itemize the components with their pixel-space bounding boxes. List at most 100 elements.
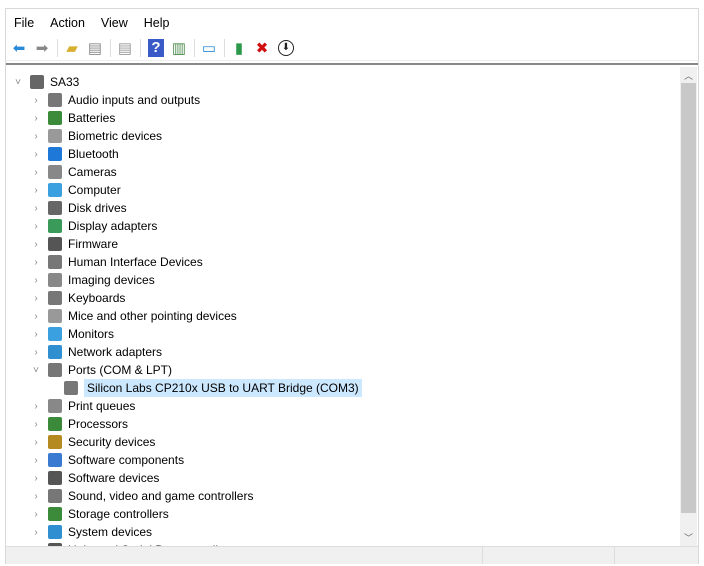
chevron-right-icon[interactable]: › [30,329,42,340]
menu-bar: File Action View Help [6,13,178,35]
chevron-right-icon[interactable]: › [30,401,42,412]
chevron-right-icon[interactable]: › [30,293,42,304]
menu-help[interactable]: Help [136,13,178,35]
toolbar-separator [140,38,141,57]
system-icon [48,525,62,539]
tree-category[interactable]: ˅ Ports (COM & LPT) [30,361,172,379]
tree-item-label: Cameras [68,165,117,179]
tree-item-label: Storage controllers [68,507,169,521]
chevron-right-icon[interactable]: › [30,149,42,160]
storage-icon [48,507,62,521]
tree-category[interactable]: › Audio inputs and outputs [30,91,200,109]
update-driver-icon[interactable]: ▮ [228,37,250,59]
status-bar [6,546,698,564]
chevron-down-icon[interactable]: ˅ [12,77,24,88]
tree-category[interactable]: › Imaging devices [30,271,155,289]
scroll-down-icon[interactable]: ﹀ [680,531,697,545]
chevron-right-icon[interactable]: › [30,491,42,502]
chevron-right-icon[interactable]: › [30,221,42,232]
tree-category[interactable]: › Keyboards [30,289,125,307]
battery-icon [48,111,62,125]
menu-file[interactable]: File [6,13,42,35]
tree-item-label: Display adapters [68,219,158,233]
tree-item-label: Computer [68,183,121,197]
tree-category[interactable]: › Computer [30,181,121,199]
chevron-right-icon[interactable]: › [30,473,42,484]
tree-item-label: Human Interface Devices [68,255,203,269]
chevron-right-icon[interactable]: › [30,419,42,430]
display-adapter-icon [48,219,62,233]
chevron-right-icon[interactable]: › [30,95,42,106]
device-tree: ˅ SA33 › Audio inputs and outputs › Batteri… [6,65,680,546]
tree-category[interactable]: › Processors [30,415,128,433]
software-component-icon [48,453,62,467]
tree-item-label: Silicon Labs CP210x USB to UART Bridge (… [84,379,362,397]
tree-item-label: Print queues [68,399,136,413]
chevron-right-icon[interactable]: › [30,239,42,250]
tree-category[interactable]: › Software components [30,451,184,469]
port-icon [48,363,62,377]
forward-icon[interactable]: ➡ [31,37,53,59]
tree-category[interactable]: › Mice and other pointing devices [30,307,237,325]
tree-item-label: Disk drives [68,201,127,215]
toolbar-separator [110,38,111,57]
properties-icon[interactable]: ▤ [114,37,136,59]
tree-item-label: Firmware [68,237,118,251]
chevron-right-icon[interactable]: › [30,185,42,196]
tree-category[interactable]: › Monitors [30,325,114,343]
action-pane-icon[interactable]: ▥ [168,37,190,59]
tree-category[interactable]: › Security devices [30,433,155,451]
chevron-right-icon[interactable]: › [30,131,42,142]
show-hide-console-tree-icon[interactable]: ▤ [84,37,106,59]
up-folder-icon[interactable]: ▰ [61,37,83,59]
toolbar-separator [194,38,195,57]
chevron-right-icon[interactable]: › [30,455,42,466]
tree-category[interactable]: › Disk drives [30,199,127,217]
scrollbar-thumb[interactable] [681,83,696,513]
chevron-right-icon[interactable]: › [30,437,42,448]
tree-category[interactable]: › Software devices [30,469,159,487]
chevron-right-icon[interactable]: › [30,167,42,178]
tree-category[interactable]: › Biometric devices [30,127,162,145]
chevron-right-icon[interactable]: › [30,311,42,322]
tree-category[interactable]: › Sound, video and game controllers [30,487,253,505]
monitor-icon [48,327,62,341]
device-manager-window: File Action View Help ⬅ ➡ ▰ ▤ ▤? ▥ ▭ ▮ ✖ ⬇ ˅ SA33 › A… [5,8,699,564]
chevron-right-icon[interactable]: › [30,203,42,214]
tree-category[interactable]: › Firmware [30,235,118,253]
chevron-right-icon[interactable]: › [30,509,42,520]
menu-view[interactable]: View [93,13,136,35]
scroll-up-icon[interactable]: ︿ [680,69,697,83]
speaker-icon [48,93,62,107]
imaging-icon [48,273,62,287]
vertical-scrollbar[interactable]: ︿ ﹀ [680,67,697,546]
tree-category[interactable]: › Human Interface Devices [30,253,203,271]
menu-action[interactable]: Action [42,13,93,35]
tree-item-label: Biometric devices [68,129,163,143]
tree-device[interactable]: Silicon Labs CP210x USB to UART Bridge (… [58,379,362,397]
network-icon [48,345,62,359]
tree-category[interactable]: › Storage controllers [30,505,169,523]
tree-item-label: Mice and other pointing devices [68,309,237,323]
tree-category[interactable]: › Print queues [30,397,135,415]
disable-device-icon[interactable]: ⬇ [278,39,294,56]
chevron-right-icon[interactable]: › [30,275,42,286]
tree-category[interactable]: › Network adapters [30,343,162,361]
computer-icon [48,183,62,197]
tree-category[interactable]: › Batteries [30,109,115,127]
chevron-down-icon[interactable]: ˅ [30,365,42,376]
chevron-right-icon[interactable]: › [30,347,42,358]
tree-root[interactable]: ˅ SA33 [12,73,79,91]
tree-category[interactable]: › Display adapters [30,217,157,235]
chevron-right-icon[interactable]: › [30,113,42,124]
tree-category[interactable]: › System devices [30,523,152,541]
tree-category[interactable]: › Bluetooth [30,145,119,163]
chevron-right-icon[interactable]: › [30,257,42,268]
tree-category[interactable]: › Cameras [30,163,117,181]
scan-hardware-icon[interactable]: ▭ [198,37,220,59]
back-icon[interactable]: ⬅ [8,37,30,59]
help-icon[interactable]: ? [148,38,164,57]
tree-item-label: Software components [68,453,185,467]
uninstall-icon[interactable]: ✖ [251,37,273,59]
chevron-right-icon[interactable]: › [30,527,42,538]
